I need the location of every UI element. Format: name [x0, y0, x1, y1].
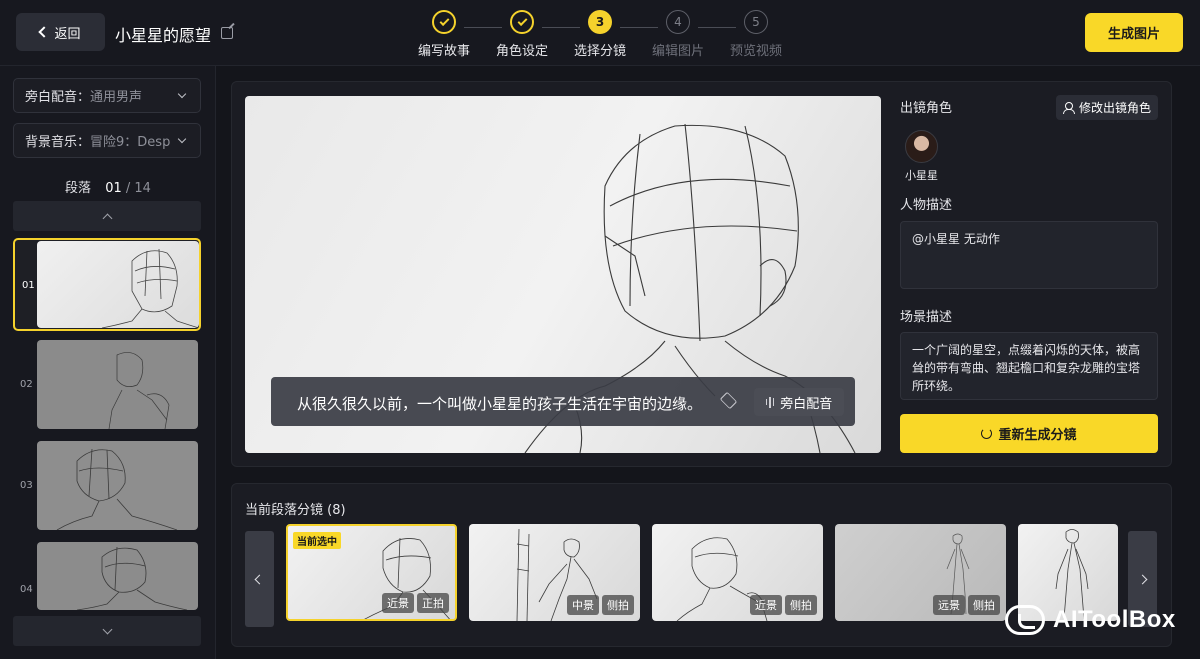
narration-voice-label: 旁白配音: [780, 396, 833, 412]
shot-tag: 侧拍: [968, 595, 1000, 615]
top-bar: 返回 小星星的愿望 编写故事 角色设定 3 选择分镜 4 编辑图片 5 预览视频…: [0, 0, 1200, 66]
regenerate-label: 重新生成分镜: [998, 428, 1077, 443]
narration-voice-select[interactable]: 旁白配音： 通用男声: [13, 78, 201, 113]
step-done-icon: [432, 10, 456, 34]
project-title: 小星星的愿望: [115, 26, 212, 45]
modify-character-button[interactable]: 修改出镜角色: [1056, 95, 1158, 120]
chevron-up-icon: [102, 213, 112, 223]
edit-caption-icon[interactable]: [719, 391, 738, 410]
segment-thumbnail: [37, 441, 198, 530]
paragraph-total: / 14: [125, 181, 151, 196]
segment-thumbnail: [37, 542, 198, 610]
regenerate-storyboard-button[interactable]: 重新生成分镜: [900, 414, 1158, 453]
step-label: 选择分镜: [573, 44, 626, 59]
person-description-field[interactable]: @小星星 无动作: [900, 221, 1158, 289]
step-label: 角色设定: [495, 44, 548, 59]
segment-item[interactable]: 04: [13, 541, 201, 611]
shot-tags: 远景 侧拍: [933, 595, 1000, 615]
background-music-select[interactable]: 背景音乐： 冒险9：Despa: [13, 123, 201, 158]
edit-title-icon[interactable]: [221, 27, 233, 39]
shot-tag: 近景: [382, 593, 414, 613]
segment-item[interactable]: 01: [13, 238, 201, 331]
segment-number: 02: [20, 379, 33, 390]
paragraph-label: 段落: [65, 181, 92, 196]
scene-description-field[interactable]: 一个广阔的星空，点缀着闪烁的天体，被高耸的带有弯曲、翘起檐口和复杂龙雕的宝塔所环…: [900, 332, 1158, 400]
shot-card[interactable]: 中景 侧拍: [469, 524, 640, 621]
watermark-text: AIToolBox: [1053, 606, 1176, 633]
person-icon: [1062, 102, 1075, 114]
step-done-icon: [510, 10, 534, 34]
chevron-left-icon: [254, 574, 265, 584]
shot-tag: 正拍: [417, 593, 449, 613]
background-music-value: 冒险9：Despa: [90, 135, 171, 150]
back-button-label: 返回: [54, 26, 81, 42]
step-preview-video[interactable]: 5 预览视频: [721, 10, 791, 59]
chevron-down-icon: [102, 624, 112, 634]
chevron-down-icon: [177, 134, 187, 144]
segment-number: 04: [20, 584, 33, 595]
background-music-key: 背景音乐：: [25, 135, 91, 150]
shot-tag: 远景: [933, 595, 965, 615]
shot-tags: 近景 侧拍: [750, 595, 817, 615]
narration-voice-value: 通用男声: [90, 90, 143, 105]
shot-strip-title: 当前段落分镜 (8): [245, 503, 346, 518]
modify-character-label: 修改出镜角色: [1078, 101, 1151, 115]
shot-card[interactable]: 当前选中 近景 正拍: [286, 524, 457, 621]
current-selected-badge: 当前选中: [293, 532, 341, 549]
audio-wave-icon: [765, 396, 775, 408]
character-avatar[interactable]: [905, 130, 938, 163]
shot-card[interactable]: 近景 侧拍: [652, 524, 823, 621]
step-character-setup[interactable]: 角色设定: [487, 10, 557, 59]
step-number: 5: [744, 10, 768, 34]
step-number: 4: [666, 10, 690, 34]
step-select-storyboard[interactable]: 3 选择分镜: [565, 10, 635, 59]
narration-caption: 从很久很久以前，一个叫做小星星的孩子生活在宇宙的边缘。: [297, 395, 703, 413]
person-description-label: 人物描述: [900, 198, 953, 213]
shot-tag: 侧拍: [602, 595, 634, 615]
step-number: 3: [588, 10, 612, 34]
chevron-left-icon: [38, 26, 51, 38]
segment-scroll-up-button[interactable]: [13, 201, 201, 231]
shot-strip-prev-button[interactable]: [245, 531, 274, 627]
refresh-icon: [981, 428, 993, 439]
segment-number: 03: [20, 480, 33, 491]
generate-image-button[interactable]: 生成图片: [1085, 13, 1183, 52]
shot-tag: 近景: [750, 595, 782, 615]
narration-caption-bar: 从很久很久以前，一个叫做小星星的孩子生活在宇宙的边缘。 旁白配音: [271, 377, 855, 426]
step-label: 预览视频: [729, 44, 782, 59]
chevron-right-icon: [1137, 574, 1148, 584]
shot-tags: 近景 正拍: [382, 593, 449, 613]
segment-thumbnail: [37, 340, 198, 429]
segment-thumbnail: [37, 241, 199, 328]
segment-scroll-down-button[interactable]: [13, 616, 201, 646]
back-button[interactable]: 返回: [16, 13, 105, 51]
shot-tag: 侧拍: [785, 595, 817, 615]
narration-voice-button[interactable]: 旁白配音: [754, 388, 844, 416]
segment-item[interactable]: 02: [13, 339, 201, 432]
shot-card[interactable]: 远景 侧拍: [835, 524, 1006, 621]
step-label: 编辑图片: [651, 44, 704, 59]
scene-description-label: 场景描述: [900, 310, 953, 325]
shot-tag: 中景: [567, 595, 599, 615]
segment-number: 01: [22, 280, 35, 291]
paragraph-counter: 段落 01 / 14: [0, 177, 216, 196]
chevron-down-icon: [177, 89, 187, 99]
step-edit-image[interactable]: 4 编辑图片: [643, 10, 713, 59]
aitoolbox-logo-icon: [1005, 605, 1045, 635]
character-section-label: 出镜角色: [900, 101, 953, 116]
step-write-story[interactable]: 编写故事: [409, 10, 479, 59]
paragraph-current: 01: [105, 181, 122, 196]
shot-tags: 中景 侧拍: [567, 595, 634, 615]
segment-item[interactable]: 03: [13, 440, 201, 533]
step-label: 编写故事: [417, 44, 470, 59]
narration-voice-key: 旁白配音：: [25, 90, 91, 105]
watermark: AIToolBox: [1005, 605, 1176, 635]
character-name: 小星星: [905, 169, 938, 182]
